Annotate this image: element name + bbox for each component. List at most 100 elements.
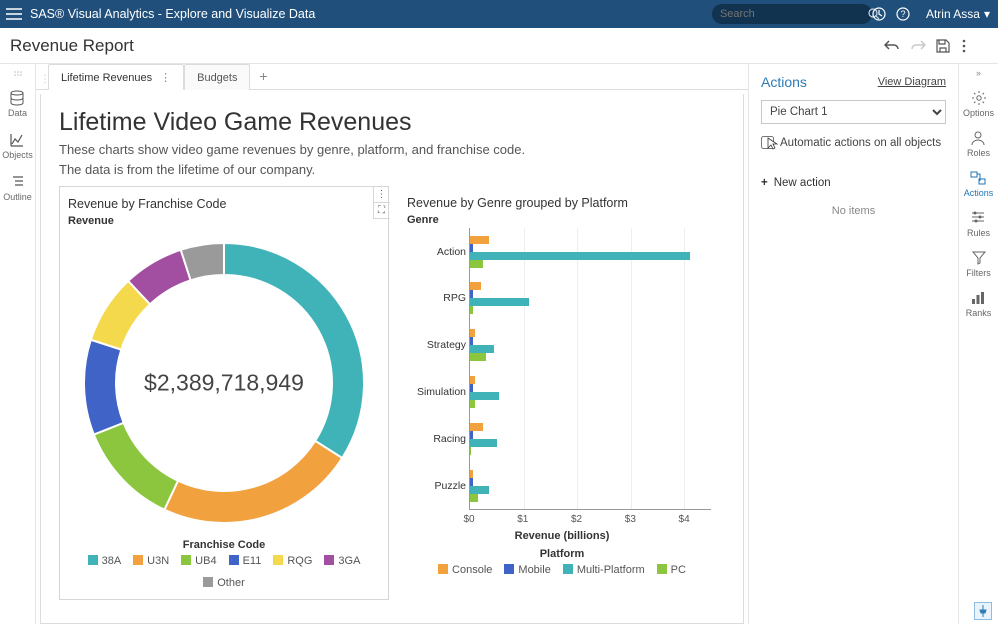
bar-segment[interactable] — [470, 337, 473, 345]
tab-menu-icon[interactable]: ⋮ — [160, 71, 171, 84]
chart-maximize-button[interactable]: ⛶ — [374, 203, 390, 219]
legend-item[interactable]: PC — [657, 564, 686, 576]
kebab-icon — [962, 39, 966, 53]
bar-segment[interactable] — [470, 345, 494, 353]
legend-item[interactable]: RQG — [273, 555, 312, 567]
legend-item[interactable]: E11 — [229, 555, 262, 567]
pin-icon — [978, 605, 988, 617]
bar-segment[interactable] — [470, 298, 529, 306]
actions-header: Actions — [761, 74, 878, 90]
legend-item[interactable]: UB4 — [181, 555, 216, 567]
roles-icon — [970, 130, 986, 146]
search-box[interactable] — [712, 4, 872, 24]
bar-segment[interactable] — [470, 329, 475, 337]
rail-options[interactable]: Options — [963, 90, 994, 118]
add-tab-button[interactable]: + — [250, 63, 276, 89]
rail-rules[interactable]: Rules — [967, 210, 990, 238]
bar-segment[interactable] — [470, 236, 489, 244]
bar-segment[interactable] — [470, 400, 475, 408]
bar-segment[interactable] — [470, 244, 473, 252]
chart-menu-button[interactable]: ⋮ — [374, 187, 390, 203]
rail-ranks[interactable]: Ranks — [966, 290, 992, 318]
tab-lifetime-revenues[interactable]: Lifetime Revenues ⋮ — [48, 64, 184, 90]
user-menu[interactable]: Atrin Assa ▾ — [926, 7, 990, 21]
pie-chart-box[interactable]: ⋮ ⛶ Revenue by Franchise Code Revenue $2… — [59, 186, 389, 600]
page-heading: Lifetime Video Game Revenues — [59, 108, 725, 137]
genre-label: Racing — [408, 433, 466, 445]
bar-segment[interactable] — [470, 439, 497, 447]
bar-segment[interactable] — [470, 252, 690, 260]
new-action-button[interactable]: + New action — [761, 177, 946, 189]
bar-segment[interactable] — [470, 470, 473, 478]
chevron-down-icon: ▾ — [984, 7, 990, 21]
bar-segment[interactable] — [470, 384, 473, 392]
rail-actions[interactable]: Actions — [964, 170, 994, 198]
bar-plot: ActionRPGStrategySimulationRacingPuzzle … — [407, 228, 717, 528]
genre-label: Strategy — [408, 339, 466, 351]
legend-item[interactable]: 38A — [88, 555, 122, 567]
overflow-button[interactable] — [962, 39, 988, 53]
collapse-right-button[interactable]: » — [976, 68, 981, 78]
view-diagram-link[interactable]: View Diagram — [878, 76, 946, 88]
legend-item[interactable]: Mobile — [504, 564, 550, 576]
bar-xaxis-label: Revenue (billions) — [407, 530, 717, 542]
rail-roles[interactable]: Roles — [967, 130, 990, 158]
bar-segment[interactable] — [470, 376, 475, 384]
svg-text:?: ? — [900, 9, 905, 19]
menu-button[interactable] — [0, 8, 28, 20]
save-button[interactable] — [936, 39, 962, 53]
bar-segment[interactable] — [470, 306, 473, 314]
rules-icon — [970, 210, 986, 226]
bar-segment[interactable] — [470, 423, 483, 431]
bar-segment[interactable] — [470, 478, 473, 486]
outline-icon — [10, 174, 26, 190]
bar-legend: Console Mobile Multi-Platform PC — [407, 564, 717, 576]
tab-label: Budgets — [197, 72, 237, 84]
help-icon[interactable]: ? — [896, 7, 920, 21]
bar-segment[interactable] — [470, 353, 486, 361]
bar-title: Revenue by Genre grouped by Platform — [407, 196, 717, 210]
bar-segment[interactable] — [470, 431, 473, 439]
search-input[interactable] — [720, 8, 862, 20]
undo-button[interactable] — [884, 39, 910, 53]
legend-item[interactable]: 3GA — [324, 555, 360, 567]
legend-item[interactable]: U3N — [133, 555, 169, 567]
hamburger-icon — [6, 8, 22, 20]
actions-icon — [970, 170, 986, 186]
database-icon — [9, 90, 25, 106]
bar-segment[interactable] — [470, 290, 473, 298]
redo-icon — [910, 39, 926, 53]
left-rail: Data Objects Outline — [0, 64, 36, 624]
pie-axis-label: Revenue — [68, 215, 380, 227]
tab-label: Lifetime Revenues — [61, 72, 152, 84]
plus-icon: + — [761, 177, 768, 189]
rail-data[interactable]: Data — [8, 90, 27, 118]
tab-budgets[interactable]: Budgets — [184, 64, 250, 90]
rail-filters[interactable]: Filters — [966, 250, 991, 278]
legend-item[interactable]: Console — [438, 564, 492, 576]
filter-icon — [971, 250, 987, 266]
bar-segment[interactable] — [470, 392, 499, 400]
bar-segment[interactable] — [470, 447, 471, 455]
legend-item[interactable]: Other — [203, 577, 245, 589]
bar-segment[interactable] — [470, 494, 478, 502]
pie-legend-title: Franchise Code — [68, 539, 380, 551]
bar-segment[interactable] — [470, 260, 483, 268]
page-subtitle-2: The data is from the lifetime of our com… — [59, 161, 725, 179]
rail-outline[interactable]: Outline — [3, 174, 32, 202]
bar-segment[interactable] — [470, 282, 481, 290]
bar-legend-title: Platform — [407, 548, 717, 560]
actions-source-select[interactable]: Pie Chart 1 — [761, 100, 946, 124]
pin-button[interactable] — [974, 602, 992, 620]
recent-icon[interactable] — [872, 7, 896, 21]
canvas: Lifetime Video Game Revenues These chart… — [36, 90, 748, 624]
bar-chart-box[interactable]: Revenue by Genre grouped by Platform Gen… — [399, 186, 725, 600]
tab-grip-icon[interactable]: ⋮⋮ — [40, 75, 48, 89]
chart-icon — [9, 132, 25, 148]
redo-button[interactable] — [910, 39, 936, 53]
rail-objects[interactable]: Objects — [2, 132, 33, 160]
report-title: Revenue Report — [10, 36, 884, 56]
leftrail-grip[interactable] — [13, 70, 23, 76]
bar-segment[interactable] — [470, 486, 489, 494]
legend-item[interactable]: Multi-Platform — [563, 564, 645, 576]
